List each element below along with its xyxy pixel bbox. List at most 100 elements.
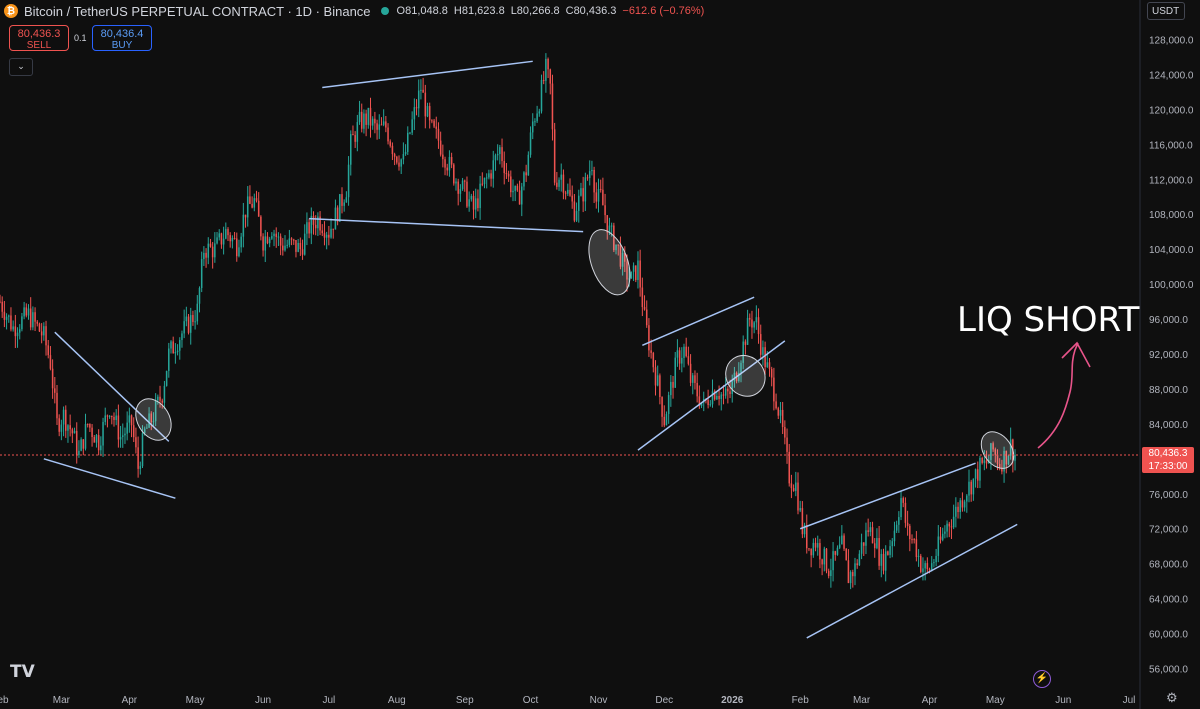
candle-body	[816, 543, 819, 548]
candle-body	[545, 58, 547, 81]
candle-body	[696, 382, 698, 397]
candle-body	[595, 192, 598, 202]
candle-body	[985, 460, 988, 464]
candle-body	[525, 172, 527, 176]
candle-body	[531, 121, 534, 133]
candle-body	[91, 427, 93, 438]
ohlc-close: C80,436.3	[565, 5, 617, 17]
candle-body	[503, 161, 505, 174]
tradingview-logo[interactable]: TV	[10, 662, 35, 682]
candle-body	[974, 469, 977, 479]
candle-body	[321, 230, 324, 234]
symbol-title[interactable]: Bitcoin / TetherUS PERPETUAL CONTRACT · …	[24, 4, 371, 19]
candle-body	[948, 523, 951, 527]
candle-body	[727, 388, 729, 392]
candle-body	[869, 527, 872, 532]
candle-body	[301, 249, 304, 255]
candle-body	[163, 385, 166, 403]
candle-body	[472, 195, 475, 210]
lightning-icon[interactable]: ⚡	[1033, 670, 1051, 688]
candle-body	[380, 124, 383, 126]
candle-body	[437, 128, 440, 141]
candle-body	[73, 430, 76, 434]
candle-body	[983, 460, 986, 463]
candle-body	[564, 192, 567, 194]
x-tick-label: Dec	[655, 695, 673, 706]
price-chart[interactable]: 56,000.0 60,000.0 64,000.0 68,000.0 72,000.0…	[0, 0, 1200, 709]
candle-body	[282, 245, 284, 251]
candle-body	[681, 357, 683, 364]
candle-body	[955, 506, 957, 517]
candle-body	[913, 539, 915, 541]
candle-body	[852, 572, 854, 577]
candle-body	[67, 425, 69, 431]
x-tick-label: Oct	[523, 695, 539, 706]
candle-body	[981, 457, 983, 463]
currency-selector[interactable]: USDT	[1147, 2, 1185, 20]
candle-body	[880, 553, 883, 566]
x-tick-label: Feb	[792, 695, 810, 706]
candle-body	[51, 368, 54, 389]
candle-body	[356, 122, 359, 142]
candle-body	[5, 316, 8, 320]
candle-body	[474, 198, 477, 210]
candle-body	[470, 195, 473, 200]
candle-body	[792, 488, 795, 491]
candle-body	[716, 395, 718, 400]
candle-body	[689, 363, 692, 383]
candle-body	[468, 199, 470, 207]
candle-body	[759, 334, 762, 355]
buy-button[interactable]: 80,436.4 BUY	[92, 25, 152, 51]
candle-body	[770, 368, 773, 378]
candle-body	[299, 242, 302, 250]
candle-body	[378, 124, 381, 130]
y-tick-label: 88,000.0	[1149, 385, 1188, 396]
candle-body	[856, 563, 858, 566]
y-tick-label: 84,000.0	[1149, 420, 1188, 431]
candle-body	[400, 159, 402, 167]
x-tick-label: Jun	[1055, 695, 1071, 706]
candle-body	[179, 340, 181, 351]
candle-body	[371, 118, 374, 126]
candle-body	[288, 238, 291, 245]
y-tick-label: 108,000.0	[1149, 210, 1194, 221]
candle-body	[635, 265, 637, 280]
trendline	[309, 217, 584, 233]
candle-body	[722, 394, 725, 396]
candle-body	[496, 154, 499, 156]
candle-body	[255, 198, 258, 201]
y-tick-label: 128,000.0	[1149, 35, 1194, 46]
candle-body	[963, 501, 966, 508]
candle-body	[0, 301, 1, 303]
candle-body	[806, 525, 808, 549]
candle-body	[549, 69, 552, 84]
candle-body	[915, 539, 918, 558]
candle-body	[779, 409, 782, 416]
candle-body	[271, 236, 273, 239]
candle-body	[181, 333, 183, 341]
y-tick-label: 124,000.0	[1149, 70, 1194, 81]
candle-body	[227, 229, 229, 236]
candle-body	[216, 237, 218, 244]
gear-icon[interactable]: ⚙	[1166, 690, 1178, 706]
candle-body	[529, 132, 532, 155]
candle-body	[262, 236, 264, 251]
candle-body	[233, 237, 236, 239]
candle-body	[393, 154, 396, 157]
candle-body	[860, 542, 863, 554]
candle-body	[906, 522, 909, 526]
x-tick-label: Jul	[1123, 695, 1136, 706]
time-axis: Feb Mar Apr May Jun Jul Aug Sep Oct Nov Dec 2026 Feb…	[0, 695, 1135, 706]
candle-body	[654, 367, 657, 386]
candle-body	[553, 129, 556, 183]
order-quantity[interactable]: 0.1	[74, 33, 87, 43]
candle-body	[187, 316, 190, 333]
chevron-down-icon[interactable]: ⌄	[9, 58, 33, 76]
candle-body	[277, 236, 280, 238]
candle-body	[648, 325, 650, 351]
candle-body	[808, 548, 810, 550]
candle-body	[569, 189, 571, 196]
candle-body	[433, 120, 435, 127]
sell-button[interactable]: 80,436.3 SELL	[9, 25, 69, 51]
candle-body	[84, 424, 87, 449]
